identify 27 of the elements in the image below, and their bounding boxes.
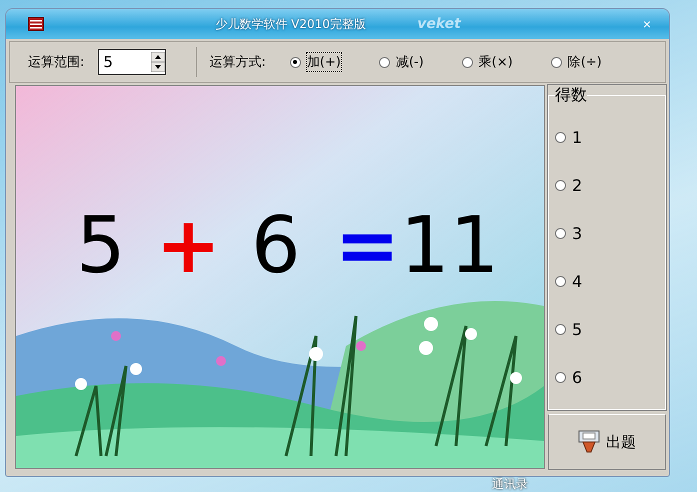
up-arrow-icon[interactable] bbox=[151, 52, 166, 62]
projector-icon bbox=[578, 430, 600, 454]
first-number: 5 bbox=[76, 201, 126, 291]
mode-label: 运算方式: bbox=[209, 54, 266, 71]
range-spinbox[interactable]: 5 bbox=[98, 49, 166, 75]
answer-radio[interactable]: 3 bbox=[555, 224, 659, 244]
answer-radio[interactable]: 4 bbox=[555, 272, 659, 291]
operation-radio[interactable]: 加(+) bbox=[290, 53, 341, 71]
plus-sign: + bbox=[156, 201, 221, 291]
answer-radio[interactable]: 2 bbox=[555, 176, 659, 196]
equals-sign: = bbox=[334, 201, 400, 291]
group-title: 得数 bbox=[555, 85, 587, 106]
result-number: 11 bbox=[400, 201, 500, 291]
question-button[interactable]: 出题 bbox=[548, 414, 666, 470]
window-title: 少儿数学软件 V2010完整版 bbox=[214, 16, 367, 32]
answer-radio[interactable]: 5 bbox=[555, 320, 659, 339]
operation-radio[interactable]: 乘(×) bbox=[462, 53, 513, 71]
operation-radio[interactable]: 除(÷) bbox=[550, 53, 602, 71]
operation-radio[interactable]: 减(-) bbox=[378, 53, 424, 71]
abacus-icon bbox=[28, 17, 44, 31]
range-label: 运算范围: bbox=[28, 54, 84, 71]
second-number: 6 bbox=[251, 201, 301, 291]
answer-radio[interactable]: 6 bbox=[555, 368, 659, 387]
answer-radio[interactable]: 1 bbox=[555, 128, 659, 148]
theme-logo: veket bbox=[417, 16, 461, 32]
desktop-icon-label: 通讯录 bbox=[492, 476, 528, 492]
down-arrow-icon[interactable] bbox=[151, 62, 166, 72]
